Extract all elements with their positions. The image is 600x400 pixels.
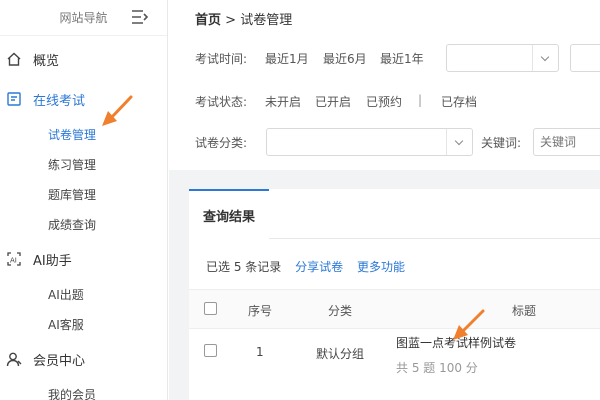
- time-option-1-year[interactable]: 最近1年: [380, 50, 424, 67]
- time-option-1-month[interactable]: 最近1月: [265, 50, 309, 67]
- paper-category-select[interactable]: [266, 128, 473, 156]
- tab-divider: [269, 238, 600, 239]
- time-option-6-months[interactable]: 最近6月: [323, 50, 367, 67]
- ai-icon: AI: [7, 252, 21, 266]
- keyword-input[interactable]: [533, 128, 600, 156]
- sidebar-subitem-my-membership[interactable]: 我的会员: [48, 386, 96, 400]
- table-header: 序号 分类 标题: [189, 289, 600, 329]
- results-panel: 查询结果 已选 5 条记录 分享试卷 更多功能 序号 分类 标题 1 默认分组 …: [189, 189, 600, 400]
- share-paper-link[interactable]: 分享试卷: [295, 260, 343, 274]
- sidebar-item-member-center[interactable]: 会员中心: [0, 350, 168, 369]
- row-index: 1: [256, 345, 264, 359]
- exam-list-icon: [7, 92, 21, 106]
- sidebar-item-overview[interactable]: 概览: [0, 50, 168, 69]
- collapse-menu-icon[interactable]: [131, 9, 149, 25]
- sidebar-subitem-paper-manage[interactable]: 试卷管理: [48, 126, 96, 143]
- tab-query-results[interactable]: 查询结果: [189, 189, 269, 239]
- user-icon: [6, 352, 22, 367]
- sidebar-item-online-exam[interactable]: 在线考试: [0, 90, 168, 109]
- annotation-arrow-icon: [453, 309, 485, 340]
- sidebar-item-label: AI助手: [33, 253, 72, 269]
- sidebar-item-ai-assistant[interactable]: AI AI助手: [0, 250, 168, 269]
- sidebar-subitem-ai-question[interactable]: AI出题: [48, 286, 84, 303]
- breadcrumb: 首页 > 试卷管理: [195, 9, 292, 28]
- sidebar-subitem-score-query[interactable]: 成绩查询: [48, 216, 96, 233]
- column-header-title: 标题: [512, 304, 537, 318]
- breadcrumb-current: 试卷管理: [240, 13, 293, 28]
- sidebar-item-label: 在线考试: [33, 93, 86, 109]
- more-functions-link[interactable]: 更多功能: [357, 260, 405, 274]
- selected-count: 已选 5 条记录: [206, 260, 282, 274]
- results-actions: 已选 5 条记录 分享试卷 更多功能: [206, 258, 405, 275]
- breadcrumb-home[interactable]: 首页: [195, 13, 221, 28]
- filter-paper-category: 试卷分类:: [195, 134, 275, 154]
- home-icon: [7, 52, 21, 66]
- row-checkbox[interactable]: [204, 344, 217, 357]
- row-category: 默认分组: [316, 347, 365, 361]
- exam-time-start-select[interactable]: [446, 44, 559, 72]
- table-row[interactable]: 1 默认分组 图蓝一点考试样例试卷 共 5 题 100 分: [189, 329, 600, 400]
- status-option-started[interactable]: 已开启: [315, 93, 351, 110]
- chevron-down-icon: [446, 129, 472, 155]
- sidebar-header: 网站导航: [0, 0, 167, 36]
- svg-text:AI: AI: [10, 257, 17, 265]
- row-meta: 共 5 题 100 分: [396, 361, 478, 375]
- sidebar-item-label: 会员中心: [33, 353, 86, 369]
- breadcrumb-separator: >: [225, 13, 237, 28]
- sidebar-subitem-practice-manage[interactable]: 练习管理: [48, 156, 96, 173]
- select-all-checkbox[interactable]: [204, 302, 217, 315]
- sidebar-subitem-question-bank[interactable]: 题库管理: [48, 186, 96, 203]
- nav-title: 网站导航: [59, 11, 108, 25]
- sidebar-item-label: 概览: [33, 53, 60, 69]
- filter-exam-status: 考试状态: 未开启 已开启 已预约 | 已存档: [195, 93, 600, 113]
- sidebar: 网站导航 概览 在线考试 试卷管理 练习管理 题库管理 成绩查询 AI AI助手…: [0, 0, 168, 400]
- exam-status-label: 考试状态:: [195, 95, 248, 109]
- exam-time-label: 考试时间:: [195, 52, 248, 66]
- status-option-not-started[interactable]: 未开启: [265, 93, 301, 110]
- chevron-down-icon: [532, 45, 558, 71]
- paper-category-label: 试卷分类:: [195, 136, 248, 150]
- column-header-index: 序号: [248, 304, 273, 318]
- sidebar-subitem-ai-service[interactable]: AI客服: [48, 316, 84, 333]
- exam-time-end-select[interactable]: [570, 44, 600, 72]
- annotation-arrow-icon: [102, 95, 133, 126]
- keyword-label: 关键词:: [481, 136, 522, 150]
- column-header-category: 分类: [328, 304, 353, 318]
- status-divider: |: [418, 93, 423, 107]
- status-option-archived[interactable]: 已存档: [441, 93, 477, 110]
- status-option-reserved[interactable]: 已预约: [366, 93, 402, 110]
